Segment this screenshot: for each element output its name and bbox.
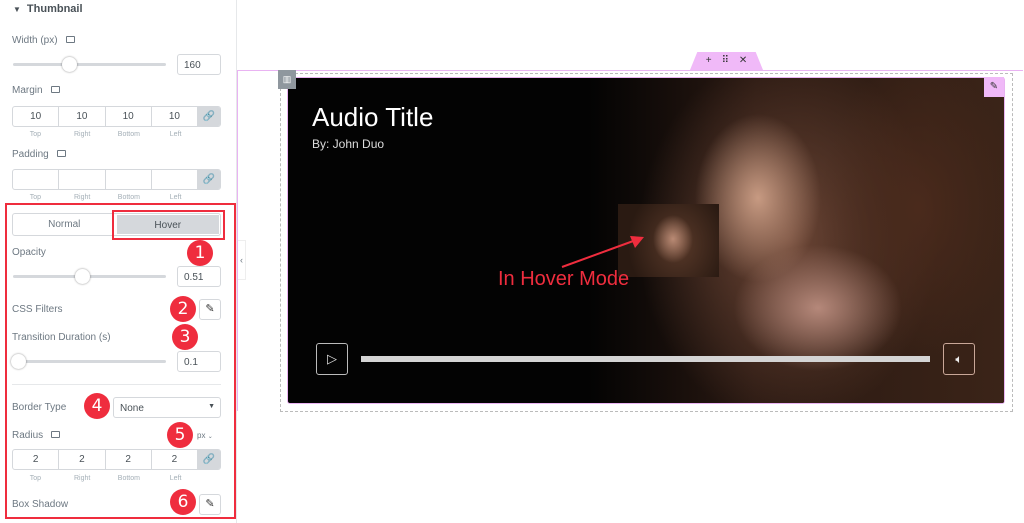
radius-sub-labels: Top Right Bottom Left <box>29 475 182 482</box>
transition-label: Transition Duration (s) <box>12 332 111 343</box>
padding-bottom[interactable] <box>106 170 152 189</box>
callout-3: 3 <box>172 324 198 350</box>
pencil-icon: ✎ <box>205 498 215 510</box>
plus-icon[interactable]: + <box>706 52 712 70</box>
padding-left[interactable] <box>152 170 198 189</box>
radius-label: Radius <box>12 430 61 441</box>
section-handle[interactable]: + ⠿ ✕ <box>690 52 763 70</box>
css-filters-label: CSS Filters <box>12 304 63 315</box>
opacity-input[interactable]: 0.51 <box>177 266 221 287</box>
hover-tab-highlight <box>112 210 225 240</box>
radius-left[interactable]: 2 <box>152 450 198 469</box>
link-icon[interactable]: 🔗 <box>198 107 220 126</box>
slider-handle[interactable] <box>75 269 90 284</box>
margin-sub-labels: Top Right Bottom Left <box>29 131 182 138</box>
settings-panel: ▼ Thumbnail Width (px) 160 Margin 10 10 10 1… <box>0 0 237 523</box>
callout-2: 2 <box>170 296 196 322</box>
callout-1: 1 <box>187 240 213 266</box>
width-label: Width (px) <box>12 35 75 46</box>
progress-bar[interactable] <box>361 356 930 362</box>
slider-handle[interactable] <box>62 57 77 72</box>
box-shadow-label: Box Shadow <box>12 499 69 510</box>
slider-handle[interactable] <box>11 354 26 369</box>
desktop-icon[interactable] <box>50 86 60 93</box>
desktop-icon[interactable] <box>65 36 75 43</box>
section-thumbnail-header[interactable]: ▼ Thumbnail <box>13 3 83 15</box>
pencil-icon: ✎ <box>205 303 215 315</box>
margin-left[interactable]: 10 <box>152 107 198 126</box>
margin-inputs: 10 10 10 10 🔗 <box>12 106 221 127</box>
padding-sub-labels: Top Right Bottom Left <box>29 194 182 201</box>
caret-down-icon: ▼ <box>208 403 215 410</box>
callout-5: 5 <box>167 422 193 448</box>
callout-6: 6 <box>170 489 196 515</box>
audio-author: By: John Duo <box>312 137 385 151</box>
radius-bottom[interactable]: 2 <box>106 450 152 469</box>
width-input[interactable]: 160 <box>177 54 221 75</box>
link-icon[interactable]: 🔗 <box>198 450 220 469</box>
desktop-icon[interactable] <box>51 431 61 438</box>
pencil-icon: ✎ <box>989 81 999 92</box>
divider <box>12 384 221 385</box>
play-icon: ▷ <box>327 351 337 366</box>
close-icon[interactable]: ✕ <box>739 52 747 70</box>
callout-4: 4 <box>84 393 110 419</box>
desktop-icon[interactable] <box>56 150 66 157</box>
audio-title: Audio Title <box>312 102 434 132</box>
transition-slider[interactable] <box>11 354 166 369</box>
chevron-down-icon: ⌄ <box>207 434 213 440</box>
padding-top[interactable] <box>13 170 60 189</box>
margin-label: Margin <box>12 85 60 96</box>
caret-down-icon: ▼ <box>13 5 21 14</box>
transition-input[interactable]: 0.1 <box>177 351 221 372</box>
box-shadow-edit-button[interactable]: ✎ <box>199 494 221 515</box>
border-type-label: Border Type <box>12 402 67 413</box>
tab-normal[interactable]: Normal <box>13 214 116 235</box>
margin-right[interactable]: 10 <box>59 107 106 126</box>
opacity-slider[interactable] <box>13 269 166 284</box>
width-slider[interactable] <box>13 57 166 72</box>
padding-inputs: 🔗 <box>12 169 221 190</box>
unit-select[interactable]: px ⌄ <box>197 431 213 440</box>
volume-icon: 🔈︎ <box>955 352 963 366</box>
play-button[interactable]: ▷ <box>316 343 348 375</box>
column-handle[interactable]: ▥ <box>278 70 296 89</box>
margin-top[interactable]: 10 <box>13 107 60 126</box>
padding-right[interactable] <box>59 170 106 189</box>
volume-button[interactable]: 🔈︎ <box>943 343 975 375</box>
link-icon[interactable]: 🔗 <box>198 170 220 189</box>
annotation-text: In Hover Mode <box>498 268 630 290</box>
padding-label: Padding <box>12 149 66 160</box>
column-icon: ▥ <box>282 74 292 84</box>
border-type-select[interactable]: None ▼ <box>113 397 221 418</box>
edit-widget-button[interactable]: ✎ <box>984 77 1004 97</box>
radius-top[interactable]: 2 <box>13 450 60 469</box>
css-filters-edit-button[interactable]: ✎ <box>199 299 221 320</box>
opacity-label: Opacity <box>12 247 46 258</box>
radius-inputs: 2 2 2 2 🔗 <box>12 449 221 470</box>
annotation-arrow <box>561 236 644 268</box>
radius-right[interactable]: 2 <box>59 450 106 469</box>
margin-bottom[interactable]: 10 <box>106 107 152 126</box>
drag-icon[interactable]: ⠿ <box>722 52 729 70</box>
